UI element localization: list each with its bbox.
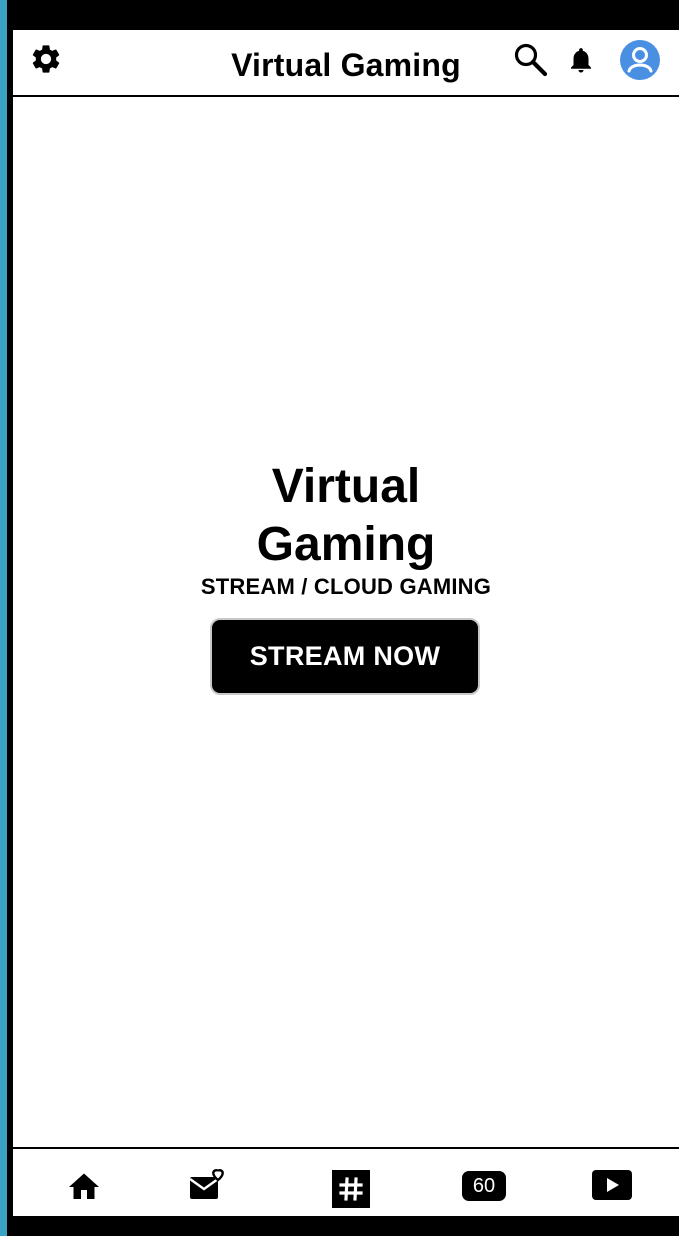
sixty-badge-label: 60 — [462, 1171, 506, 1201]
phone-frame: Virtual Gaming Virtual Gaming STREAM / C… — [7, 0, 679, 1236]
top-app-bar: Virtual Gaming — [13, 30, 679, 97]
avatar-icon[interactable] — [618, 38, 662, 82]
hashtag-icon[interactable] — [331, 1169, 371, 1209]
play-icon[interactable] — [591, 1169, 633, 1201]
hero-title: Virtual Gaming — [256, 460, 436, 571]
hero-section: Virtual Gaming STREAM / CLOUD GAMING — [13, 458, 679, 600]
search-icon[interactable] — [511, 40, 551, 80]
bottom-nav: 60 — [13, 1147, 679, 1216]
stream-now-button[interactable]: STREAM NOW — [210, 618, 480, 695]
mail-heart-icon[interactable] — [187, 1165, 229, 1205]
home-icon[interactable] — [64, 1167, 104, 1207]
bell-icon[interactable] — [564, 40, 598, 80]
sixty-badge-icon[interactable]: 60 — [461, 1169, 507, 1203]
app-screen: Virtual Gaming Virtual Gaming STREAM / C… — [13, 30, 679, 1216]
hero-subtitle: STREAM / CLOUD GAMING — [200, 574, 492, 599]
